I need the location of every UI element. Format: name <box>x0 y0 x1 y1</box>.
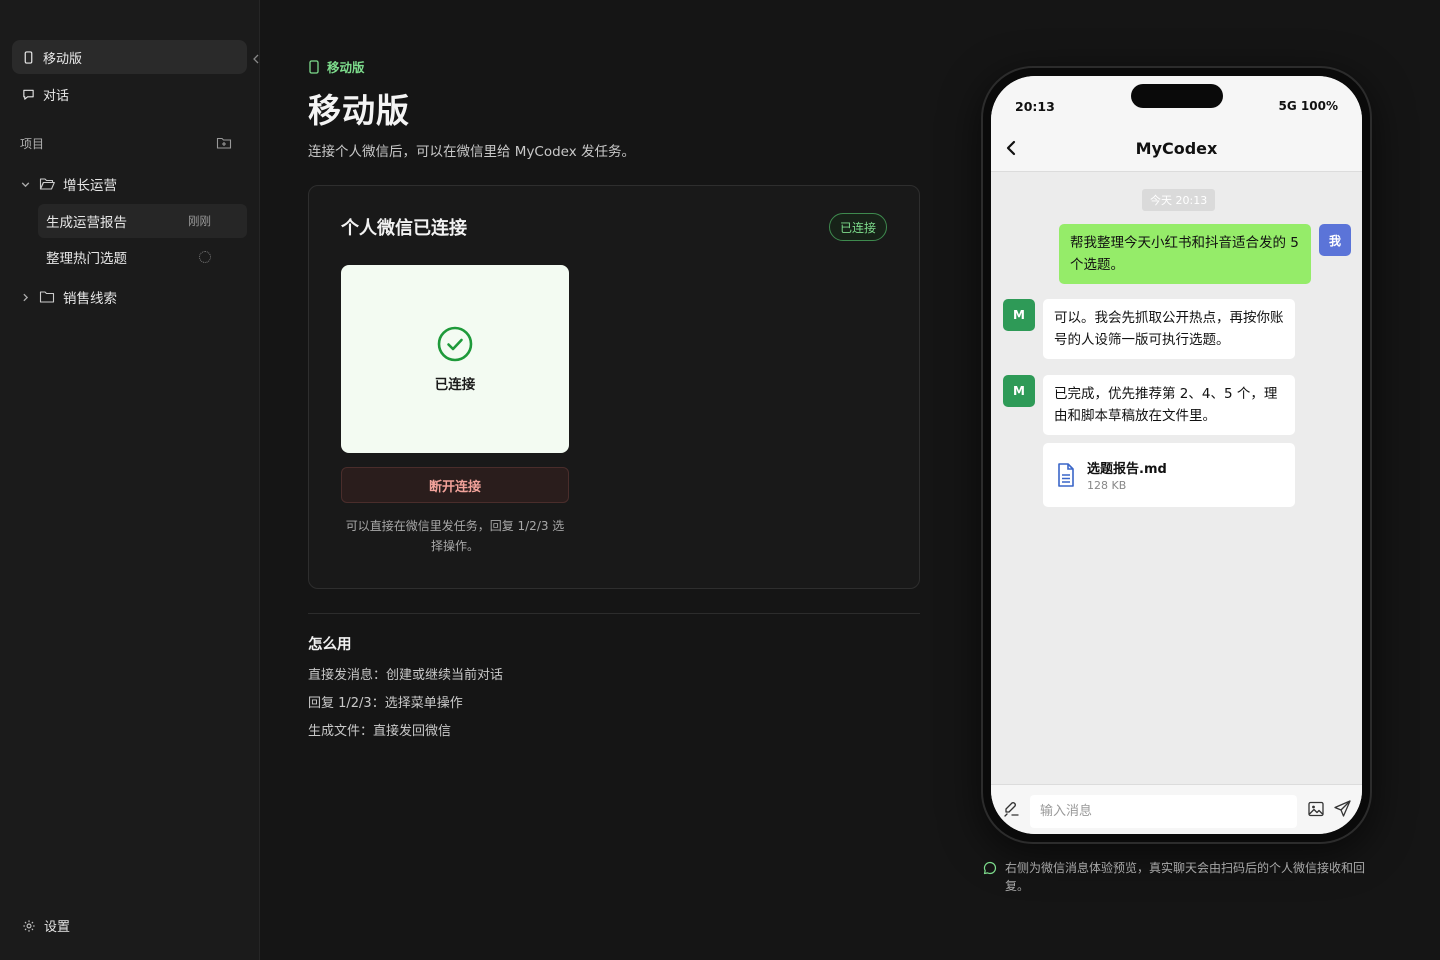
chevron-left-icon <box>253 54 259 64</box>
projects-section-label: 项目 <box>20 137 45 151</box>
phone-icon <box>309 59 319 74</box>
task-label: 整理热门选题 <box>46 251 127 267</box>
avatar: M <box>1003 299 1035 331</box>
avatar: 我 <box>1319 224 1351 256</box>
divider <box>308 613 920 614</box>
message-bubble-incoming: 可以。我会先抓取公开热点，再按你账号的人设筛一版可执行选题。 <box>1043 299 1295 359</box>
settings-label: 设置 <box>44 920 71 935</box>
folder-plus-icon <box>216 137 232 149</box>
qr-status-panel: 已连接 <box>341 265 569 453</box>
preview-note-text: 右侧为微信消息体验预览，真实聊天会由扫码后的个人微信接收和回复。 <box>1005 861 1366 893</box>
voice-icon[interactable] <box>1003 800 1021 818</box>
phone-preview: 20:13 5G 100% MyCodex 今天 20:13 我 帮我整理今天小… <box>981 66 1372 844</box>
nav-item-mobile[interactable]: 移动版 <box>12 40 247 74</box>
chevron-right-icon <box>23 293 29 301</box>
usage-hint: 可以直接在微信里发任务，回复 1/2/3 选择操作。 <box>345 519 565 553</box>
file-size: 128 KB <box>1087 479 1127 492</box>
preview-note: 右侧为微信消息体验预览，真实聊天会由扫码后的个人微信接收和回复。 <box>983 859 1373 895</box>
nav-label: 移动版 <box>43 51 83 67</box>
message-input[interactable] <box>1030 795 1297 828</box>
document-icon <box>1058 463 1074 487</box>
phone-icon <box>24 50 33 64</box>
sidebar: 移动版 对话 项目 增长运营 生成运营报告 刚刚 整理热门选题 销售线索 设置 <box>0 0 260 960</box>
phone-screen: 20:13 5G 100% MyCodex 今天 20:13 我 帮我整理今天小… <box>991 76 1362 834</box>
howto-title: 怎么用 <box>308 637 352 653</box>
status-bar: 20:13 5G 100% <box>991 76 1362 124</box>
chat-header: MyCodex <box>991 124 1362 172</box>
message-bubble-incoming: 已完成，优先推荐第 2、4、5 个，理由和脚本草稿放在文件里。 <box>1043 375 1295 435</box>
chat-bubble-icon <box>983 861 997 875</box>
time-divider: 今天 20:13 <box>1142 189 1216 211</box>
task-item-report[interactable]: 生成运营报告 刚刚 <box>38 204 247 238</box>
project-growth[interactable]: 增长运营 <box>20 174 117 194</box>
gear-icon <box>23 919 35 932</box>
howto-item: 生成文件：直接发回微信 <box>308 724 452 739</box>
howto-item: 回复 1/2/3：选择菜单操作 <box>308 696 463 711</box>
howto-item: 直接发消息：创建或继续当前对话 <box>308 668 504 683</box>
page-title: 移动版 <box>308 91 410 130</box>
loading-spinner-icon <box>199 251 211 263</box>
nav-item-chat[interactable]: 对话 <box>12 77 247 111</box>
image-icon[interactable] <box>1307 800 1325 818</box>
task-timestamp: 刚刚 <box>188 214 211 228</box>
project-sales[interactable]: 销售线索 <box>20 287 117 307</box>
status-time: 20:13 <box>1015 99 1055 114</box>
folder-icon <box>39 291 55 303</box>
status-badge: 已连接 <box>828 213 887 241</box>
breadcrumb: 移动版 <box>308 57 365 76</box>
avatar: M <box>1003 375 1035 407</box>
chat-title: MyCodex <box>1135 139 1218 158</box>
collapse-sidebar-button[interactable] <box>250 52 262 66</box>
message-bubble-outgoing: 帮我整理今天小红书和抖音适合发的 5 个选题。 <box>1059 224 1311 284</box>
project-label: 销售线索 <box>63 291 117 307</box>
message-input-bar <box>991 784 1362 834</box>
wechat-connection-card: 个人微信已连接 已连接 已连接 断开连接 可以直接在微信里发任务，回复 1/2/… <box>308 185 920 589</box>
task-item-topics[interactable]: 整理热门选题 <box>38 240 247 274</box>
file-name: 选题报告.md <box>1087 462 1167 477</box>
file-attachment[interactable]: 选题报告.md 128 KB <box>1043 443 1295 507</box>
check-circle-icon <box>437 326 473 362</box>
settings-button[interactable]: 设置 <box>22 916 70 935</box>
nav-label: 对话 <box>43 88 70 104</box>
new-project-button[interactable] <box>216 135 234 151</box>
breadcrumb-label: 移动版 <box>327 60 365 75</box>
project-label: 增长运营 <box>63 178 117 194</box>
chat-bubble-icon <box>23 89 34 100</box>
folder-open-icon <box>39 178 55 190</box>
page-subtitle: 连接个人微信后，可以在微信里给 MyCodex 发任务。 <box>308 144 636 160</box>
task-label: 生成运营报告 <box>46 215 127 231</box>
card-title: 个人微信已连接 <box>341 218 467 239</box>
dynamic-island <box>1131 84 1223 108</box>
connected-label: 已连接 <box>434 377 476 393</box>
send-icon[interactable] <box>1333 799 1352 818</box>
disconnect-button[interactable]: 断开连接 <box>341 467 569 503</box>
status-signal: 5G 100% <box>1278 99 1338 113</box>
chevron-down-icon <box>21 181 30 187</box>
